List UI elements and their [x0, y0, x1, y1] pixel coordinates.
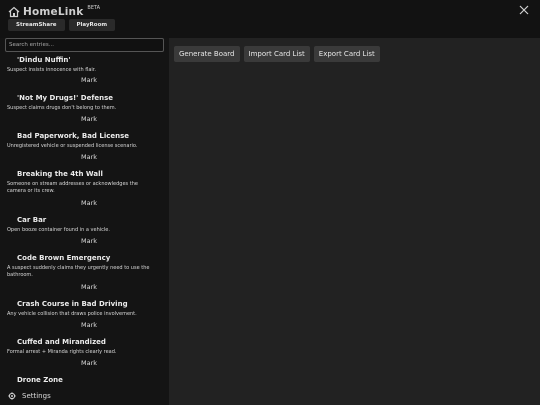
mark-button[interactable]: Mark — [76, 236, 102, 246]
card-description: A suspect suddenly claims they urgently … — [7, 265, 150, 278]
top-bar: HomeLink BETA StreamShare PlayRoom — [0, 0, 540, 38]
card-description: Formal arrest + Miranda rights clearly r… — [7, 349, 117, 355]
gear-icon — [8, 392, 16, 400]
card-title: Crash Course in Bad Driving — [17, 300, 128, 308]
app-name: HomeLink — [23, 6, 84, 18]
card-description: Suspect insists innocence with flair. — [7, 67, 96, 73]
card-description: Open booze container found in a vehicle. — [7, 227, 110, 233]
card-description: Any vehicle collision that draws police … — [7, 311, 137, 317]
search-input[interactable] — [5, 38, 164, 52]
close-icon[interactable] — [518, 4, 530, 16]
export-card-list-button[interactable]: Export Card List — [313, 46, 380, 62]
tab-bar: StreamShare PlayRoom — [8, 19, 116, 31]
card-title: Cuffed and Mirandized — [17, 338, 106, 346]
card-title: Breaking the 4th Wall — [17, 170, 103, 178]
tab-streamshare[interactable]: StreamShare — [8, 19, 65, 31]
mark-button[interactable]: Mark — [76, 282, 102, 292]
settings-button[interactable]: Settings — [0, 387, 169, 405]
mark-button[interactable]: Mark — [76, 152, 102, 162]
home-icon — [8, 6, 20, 18]
main-panel: Generate Board Import Card List Export C… — [169, 38, 540, 405]
sidebar: 'Dindu Nuffin' Suspect insists innocence… — [0, 38, 169, 405]
tab-playroom[interactable]: PlayRoom — [68, 19, 116, 31]
generate-board-button[interactable]: Generate Board — [174, 46, 240, 62]
card-description: Unregistered vehicle or suspended licens… — [7, 143, 138, 149]
app-logo: HomeLink BETA — [8, 5, 100, 19]
mark-button[interactable]: Mark — [76, 75, 102, 85]
mark-button[interactable]: Mark — [76, 358, 102, 368]
mark-button[interactable]: Mark — [76, 114, 102, 124]
card-description: Suspect claims drugs don't belong to the… — [7, 105, 117, 111]
import-card-list-button[interactable]: Import Card List — [243, 46, 310, 62]
card-list[interactable]: 'Dindu Nuffin' Suspect insists innocence… — [0, 55, 169, 387]
card-title: Code Brown Emergency — [17, 254, 111, 262]
mark-button[interactable]: Mark — [76, 320, 102, 330]
mark-button[interactable]: Mark — [76, 198, 102, 208]
card-title: Drone Zone — [17, 376, 63, 384]
card-title: 'Dindu Nuffin' — [17, 56, 71, 64]
card-title: 'Not My Drugs!' Defense — [17, 94, 114, 102]
toolbar: Generate Board Import Card List Export C… — [174, 46, 380, 62]
card-description: Someone on stream addresses or acknowled… — [7, 181, 138, 194]
settings-label: Settings — [22, 392, 51, 400]
card-title: Bad Paperwork, Bad License — [17, 132, 130, 140]
beta-badge: BETA — [87, 5, 101, 11]
card-title: Car Bar — [17, 216, 47, 224]
